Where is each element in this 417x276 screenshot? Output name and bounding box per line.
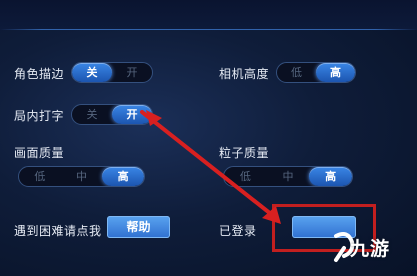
watermark-text: 九游 xyxy=(350,238,391,260)
